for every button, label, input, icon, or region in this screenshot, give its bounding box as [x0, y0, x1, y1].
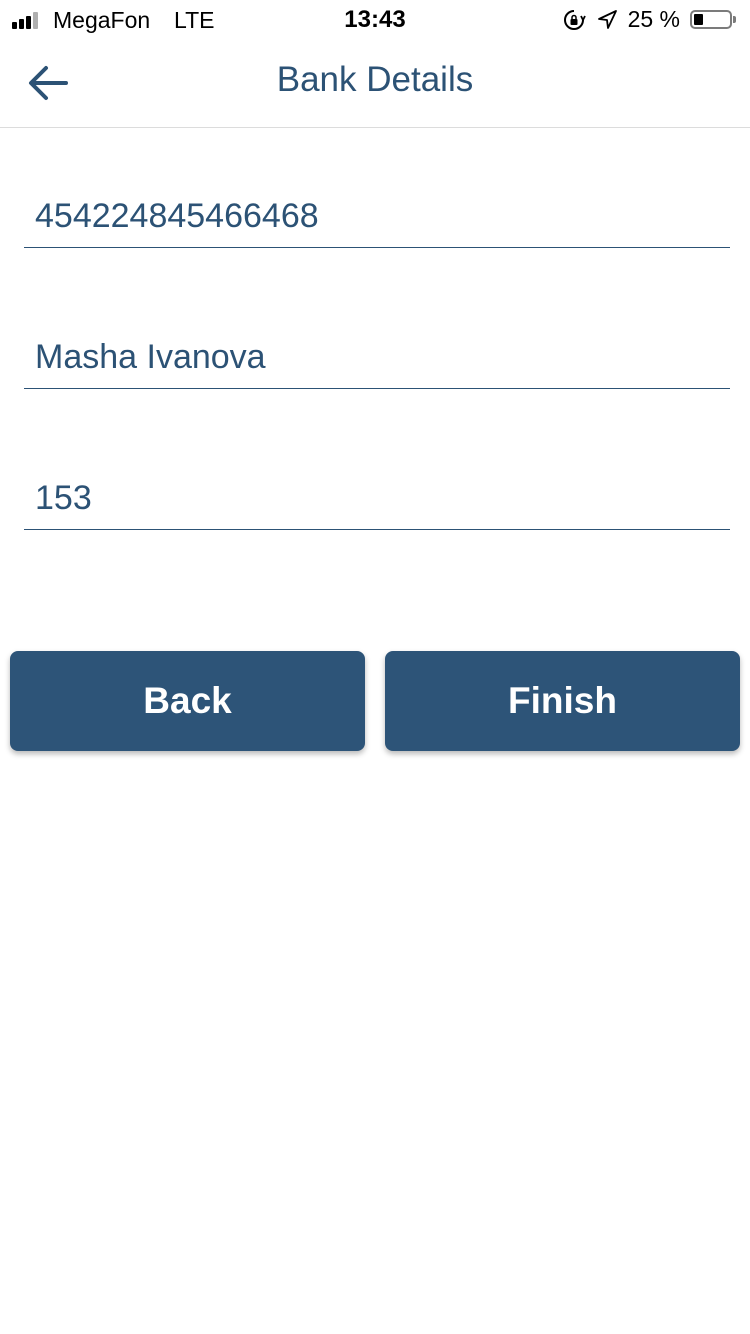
location-arrow-icon	[596, 9, 618, 31]
cvv-field[interactable]	[24, 468, 730, 530]
battery-level-fill	[694, 14, 703, 25]
orientation-lock-icon	[562, 8, 586, 32]
back-button[interactable]: Back	[10, 651, 365, 751]
battery-icon	[690, 10, 736, 29]
battery-percent: 25 %	[627, 6, 680, 32]
finish-button[interactable]: Finish	[385, 651, 740, 751]
status-right-group: 25 %	[562, 6, 736, 33]
card-holder-field[interactable]	[24, 327, 730, 389]
page-title: Bank Details	[276, 60, 474, 99]
navigation-bar: Bank Details	[0, 40, 750, 128]
card-number-field[interactable]	[24, 186, 730, 248]
status-bar: MegaFon LTE 13:43 25 %	[0, 0, 750, 40]
